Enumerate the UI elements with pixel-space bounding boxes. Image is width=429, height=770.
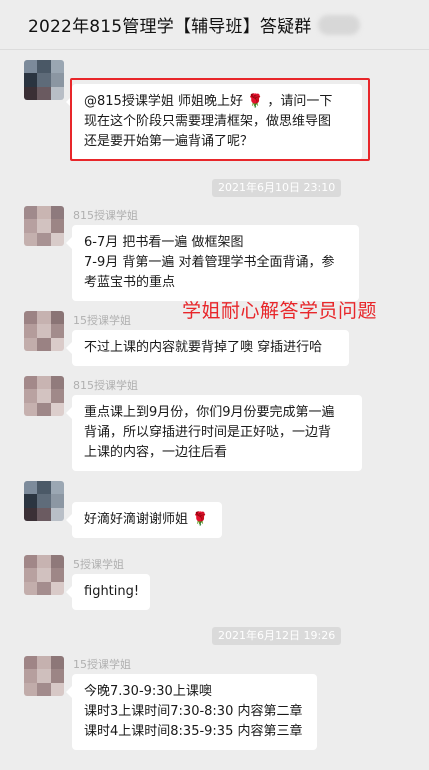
message-bubble[interactable]: 重点课上到9月份，你们9月份要完成第一遍 背诵，所以穿插进行时间是正好哒，一边背… — [66, 395, 362, 471]
message-line: 重点课上到9月份，你们9月份要完成第一遍 — [84, 405, 335, 420]
message-line: 课时3上课时间7:30-8:30 内容第二章 — [84, 704, 303, 719]
message-bubble[interactable]: 不过上课的内容就要背掉了噢 穿插进行哈 — [66, 330, 349, 366]
avatar[interactable] — [24, 376, 64, 416]
message-line: 课时4上课时间8:35-9:35 内容第三章 — [84, 724, 303, 739]
highlight-frame — [70, 78, 370, 161]
annotation-caption: 学姐耐心解答学员问题 — [182, 300, 378, 322]
message-line: 7-9月 背第一遍 对着管理学书全面背诵，参 — [84, 255, 335, 270]
avatar[interactable] — [24, 656, 64, 696]
avatar[interactable] — [24, 60, 64, 100]
message-line: 背诵，所以穿插进行时间是正好哒，一边背 — [84, 425, 332, 440]
message-bubble[interactable]: 今晚7.30-9:30上课噢 课时3上课时间7:30-8:30 内容第二章 课时… — [66, 674, 317, 750]
sender-name: 815授课学姐 — [73, 209, 138, 222]
message-line: 不过上课的内容就要背掉了噢 穿插进行哈 — [84, 340, 323, 355]
timestamp: 2021年6月10日 23:10 — [212, 179, 342, 197]
member-count-blurred — [317, 14, 360, 35]
sender-name: 815授课学姐 — [73, 379, 138, 392]
message-line: 今晚7.30-9:30上课噢 — [84, 684, 212, 699]
sender-name: 15授课学姐 — [73, 314, 131, 327]
timestamp: 2021年6月12日 19:26 — [212, 627, 342, 645]
message-bubble[interactable]: 6-7月 把书看一遍 做框架图 7-9月 背第一遍 对着管理学书全面背诵，参 考… — [66, 225, 359, 301]
message-line: 好滴好滴谢谢师姐 🌹 — [84, 512, 209, 527]
chat-header: 2022年815管理学【辅导班】答疑群 — [0, 0, 429, 50]
avatar[interactable] — [24, 481, 64, 521]
message-line: 上课的内容，一边往后看 — [84, 445, 228, 460]
message-line: fighting! — [84, 584, 140, 599]
avatar[interactable] — [24, 206, 64, 246]
sender-name: 5授课学姐 — [73, 558, 124, 571]
message-line: 6-7月 把书看一遍 做框架图 — [84, 235, 244, 250]
chat-title: 2022年815管理学【辅导班】答疑群 — [28, 17, 312, 37]
sender-name: 15授课学姐 — [73, 658, 131, 671]
message-bubble[interactable]: fighting! — [66, 574, 150, 610]
avatar[interactable] — [24, 555, 64, 595]
avatar[interactable] — [24, 311, 64, 351]
message-line: 考蓝宝书的重点 — [84, 275, 176, 290]
message-bubble[interactable]: 好滴好滴谢谢师姐 🌹 — [66, 502, 222, 538]
